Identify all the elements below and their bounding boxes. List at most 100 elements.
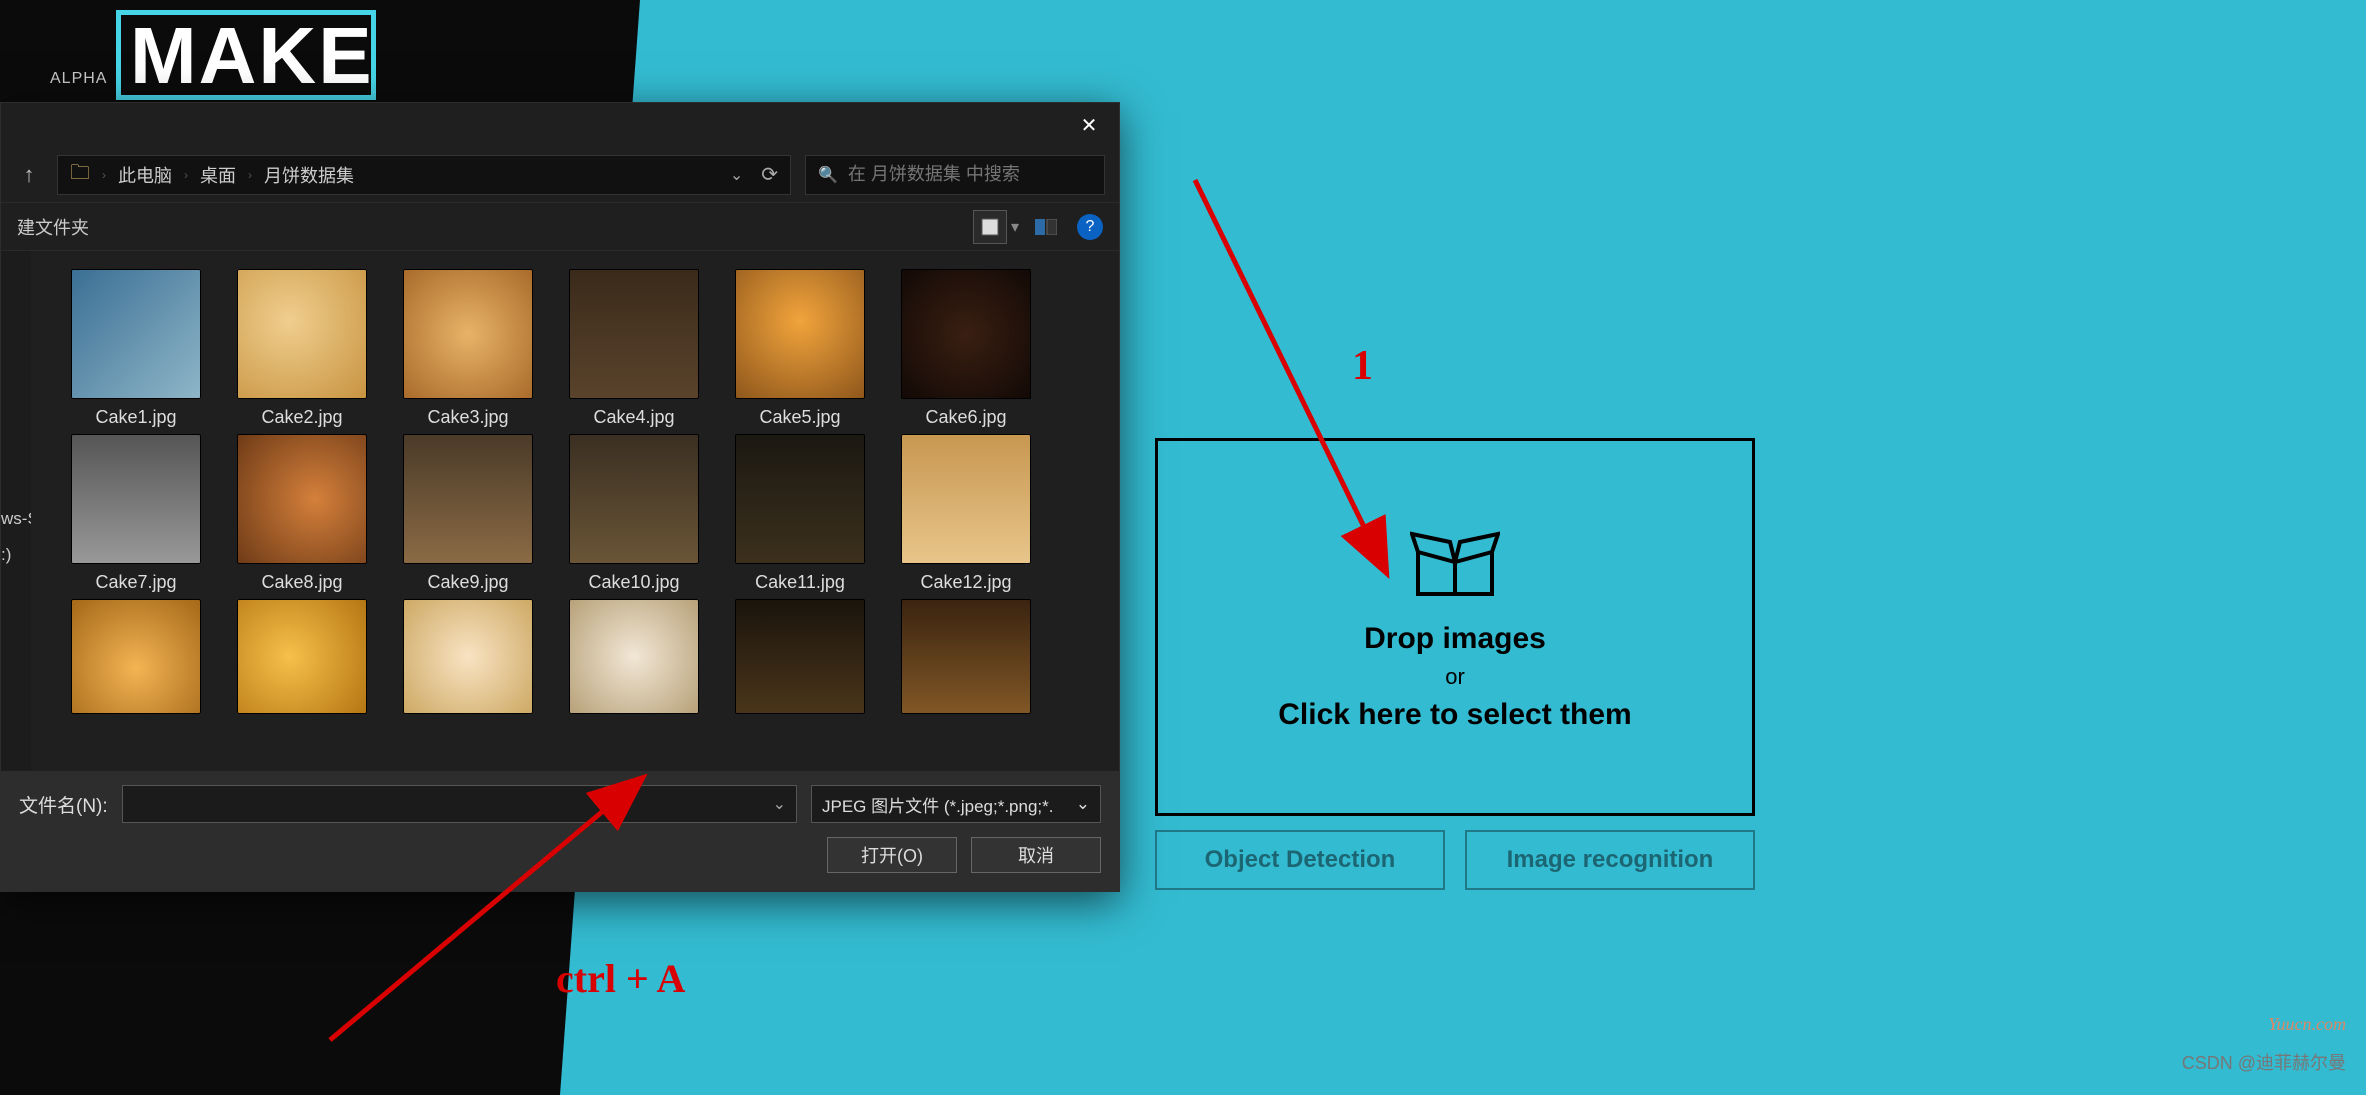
new-folder-button[interactable]: 建文件夹 (17, 214, 89, 240)
file-item[interactable]: Cake9.jpg (389, 434, 547, 593)
dialog-footer: 文件名(N): ⌄ JPEG 图片文件 (*.jpeg;*.png;*. ⌄ 打… (1, 771, 1119, 891)
file-item[interactable]: Cake12.jpg (887, 434, 1045, 593)
thumbnail (735, 269, 865, 399)
chevron-down-icon: ⌄ (1076, 794, 1090, 814)
file-name: Cake10.jpg (588, 572, 679, 593)
file-item[interactable] (555, 599, 713, 714)
object-detection-button[interactable]: Object Detection (1155, 830, 1445, 890)
close-button[interactable]: ✕ (1059, 103, 1119, 147)
thumbnail (237, 269, 367, 399)
file-item[interactable]: Cake10.jpg (555, 434, 713, 593)
file-grid: Cake1.jpg Cake2.jpg Cake3.jpg Cake4.jpg … (31, 251, 1119, 771)
folder-icon: 🗀 (70, 158, 90, 192)
open-button[interactable]: 打开(O) (827, 837, 957, 873)
thumbnail (403, 269, 533, 399)
thumbnail (71, 434, 201, 564)
thumbnail (569, 434, 699, 564)
cancel-button[interactable]: 取消 (971, 837, 1101, 873)
filename-label: 文件名(N): (19, 791, 108, 818)
chevron-down-icon[interactable]: ⌄ (773, 794, 786, 814)
file-item[interactable]: Cake4.jpg (555, 269, 713, 428)
grid-icon (981, 218, 999, 236)
history-dropdown-icon[interactable]: ⌄ (730, 165, 743, 185)
thumbnail (403, 599, 533, 714)
alpha-label: ALPHA (50, 70, 107, 88)
app-stage: MAKE ALPHA ✕ ↑ 🗀 › 此电脑 › 桌面 › 月饼数据集 ⌄ ⟳ … (0, 0, 2366, 1095)
thumbnail (71, 269, 201, 399)
filetype-select[interactable]: JPEG 图片文件 (*.jpeg;*.png;*. ⌄ (811, 785, 1101, 823)
file-name: Cake12.jpg (920, 572, 1011, 593)
thumbnail (569, 599, 699, 714)
file-item[interactable] (887, 599, 1045, 714)
file-name: Cake1.jpg (95, 407, 176, 428)
file-item[interactable]: Cake3.jpg (389, 269, 547, 428)
dropzone-subtitle: Click here to select them (1278, 698, 1631, 732)
open-box-icon (1410, 522, 1500, 602)
file-item[interactable] (389, 599, 547, 714)
preview-pane-button[interactable] (1029, 210, 1063, 244)
watermark-csdn: CSDN @迪菲赫尔曼 (2182, 1049, 2346, 1075)
thumbnail (901, 599, 1031, 714)
thumbnail (71, 599, 201, 714)
sidebar-item-drive[interactable]: ws-SSD (1, 501, 31, 537)
file-open-dialog: ✕ ↑ 🗀 › 此电脑 › 桌面 › 月饼数据集 ⌄ ⟳ 🔍 建文件夹 (0, 102, 1120, 892)
file-item[interactable]: Cake6.jpg (887, 269, 1045, 428)
file-item[interactable] (223, 599, 381, 714)
chevron-down-icon[interactable]: ▾ (1011, 217, 1019, 237)
search-input[interactable] (848, 164, 1092, 185)
dropzone-title: Drop images (1364, 622, 1546, 656)
dialog-titlebar: ✕ (1, 103, 1119, 147)
file-item[interactable]: Cake1.jpg (57, 269, 215, 428)
panel-icon (1035, 219, 1057, 235)
file-name: Cake11.jpg (755, 572, 845, 593)
dialog-toolbar: 建文件夹 ▾ ? (1, 203, 1119, 251)
filetype-value: JPEG 图片文件 (*.jpeg;*.png;*. (822, 792, 1053, 817)
thumbnail (901, 269, 1031, 399)
file-name: Cake4.jpg (593, 407, 674, 428)
mode-buttons: Object Detection Image recognition (1155, 830, 1755, 890)
file-name: Cake5.jpg (759, 407, 840, 428)
file-name: Cake9.jpg (427, 572, 508, 593)
file-item[interactable]: Cake11.jpg (721, 434, 879, 593)
search-box[interactable]: 🔍 (805, 155, 1105, 195)
file-name: Cake7.jpg (95, 572, 176, 593)
breadcrumb-leaf[interactable]: 月饼数据集 (264, 162, 354, 188)
make-logo: MAKE (130, 10, 374, 102)
chevron-right-icon: › (184, 168, 188, 182)
file-item[interactable] (57, 599, 215, 714)
file-name: Cake6.jpg (925, 407, 1006, 428)
close-icon: ✕ (1081, 113, 1098, 138)
thumbnail (735, 434, 865, 564)
sidebar-item-drive2[interactable]: :) (1, 537, 31, 573)
annotation-step-1: 1 (1352, 342, 1373, 390)
file-name: Cake2.jpg (261, 407, 342, 428)
breadcrumb[interactable]: 🗀 › 此电脑 › 桌面 › 月饼数据集 ⌄ ⟳ (57, 155, 791, 195)
view-thumbnails-button[interactable] (973, 210, 1007, 244)
file-item[interactable]: Cake2.jpg (223, 269, 381, 428)
file-item[interactable]: Cake8.jpg (223, 434, 381, 593)
image-recognition-button[interactable]: Image recognition (1465, 830, 1755, 890)
file-name: Cake3.jpg (427, 407, 508, 428)
dialog-body: ws-SSD :) Cake1.jpg Cake2.jpg Cake3.jpg … (1, 251, 1119, 771)
nav-row: ↑ 🗀 › 此电脑 › 桌面 › 月饼数据集 ⌄ ⟳ 🔍 (1, 147, 1119, 203)
refresh-button[interactable]: ⟳ (761, 162, 778, 187)
thumbnail (735, 599, 865, 714)
annotation-ctrl-a: ctrl + A (556, 955, 685, 1002)
chevron-right-icon: › (248, 168, 252, 182)
thumbnail (237, 599, 367, 714)
filename-input[interactable]: ⌄ (122, 785, 797, 823)
file-item[interactable]: Cake7.jpg (57, 434, 215, 593)
thumbnail (569, 269, 699, 399)
watermark-yuucn: Yuucn.com (2268, 1014, 2346, 1035)
file-item[interactable]: Cake5.jpg (721, 269, 879, 428)
drop-images-zone[interactable]: Drop images or Click here to select them (1155, 438, 1755, 816)
breadcrumb-mid[interactable]: 桌面 (200, 162, 236, 188)
thumbnail (403, 434, 533, 564)
help-button[interactable]: ? (1077, 214, 1103, 240)
nav-up-button[interactable]: ↑ (15, 161, 43, 189)
file-item[interactable] (721, 599, 879, 714)
dropzone-or: or (1445, 664, 1465, 690)
thumbnail (237, 434, 367, 564)
thumbnail (901, 434, 1031, 564)
breadcrumb-root[interactable]: 此电脑 (118, 162, 172, 188)
